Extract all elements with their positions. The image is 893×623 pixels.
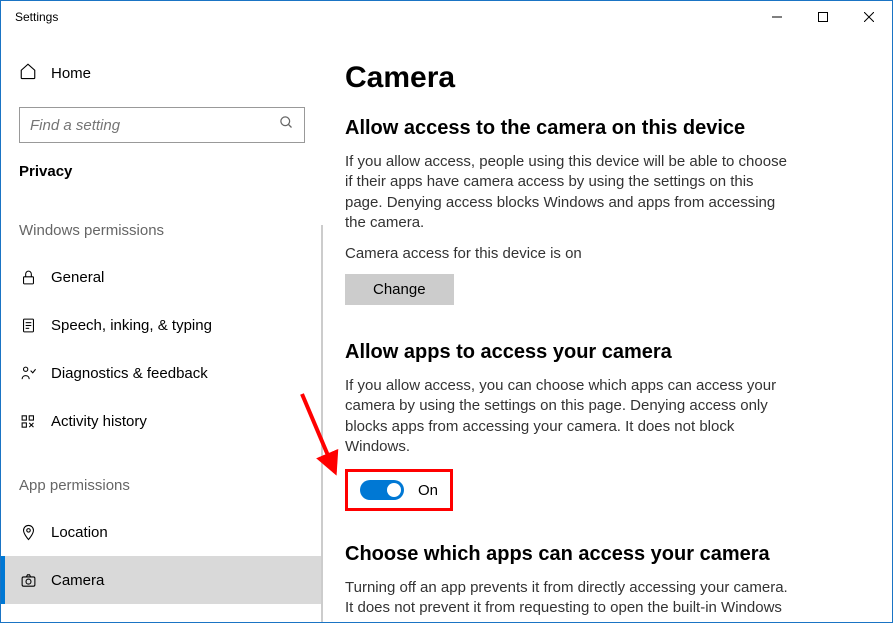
search-icon (279, 115, 294, 135)
toggle-row: On (360, 480, 438, 500)
window-title: Settings (15, 10, 58, 24)
home-icon (19, 62, 37, 85)
home-label: Home (51, 65, 91, 82)
location-icon (19, 524, 37, 541)
lock-icon (19, 269, 37, 286)
sidebar-item-label: Camera (51, 572, 104, 589)
section-text: If you allow access, people using this d… (345, 152, 795, 233)
section-text: If you allow access, you can choose whic… (345, 376, 795, 457)
activity-icon (19, 413, 37, 430)
section-text: Turning off an app prevents it from dire… (345, 578, 795, 619)
feedback-icon (19, 365, 37, 382)
sidebar-item-label: Speech, inking, & typing (51, 317, 212, 334)
sidebar-item-general[interactable]: General (1, 253, 323, 301)
change-button[interactable]: Change (345, 274, 454, 305)
sidebar-item-location[interactable]: Location (1, 508, 323, 556)
window-controls (754, 1, 892, 33)
page-title: Camera (345, 61, 848, 95)
search-input[interactable] (30, 117, 279, 134)
section-title: Allow apps to access your camera (345, 341, 848, 364)
sidebar-item-speech[interactable]: Speech, inking, & typing (1, 301, 323, 349)
sidebar-item-diagnostics[interactable]: Diagnostics & feedback (1, 349, 323, 397)
sidebar-scrollbar[interactable] (321, 225, 323, 622)
sidebar: Home Privacy Windows permissions General (1, 33, 323, 622)
minimize-button[interactable] (754, 1, 800, 33)
main-content: Camera Allow access to the camera on thi… (323, 33, 892, 622)
close-button[interactable] (846, 1, 892, 33)
apps-camera-toggle[interactable] (360, 480, 404, 500)
maximize-button[interactable] (800, 1, 846, 33)
group-windows-permissions: Windows permissions (1, 190, 323, 253)
toggle-knob (387, 483, 401, 497)
section-title: Choose which apps can access your camera (345, 543, 848, 566)
group-app-permissions: App permissions (1, 445, 323, 508)
sidebar-item-label: Activity history (51, 413, 147, 430)
sidebar-item-activity[interactable]: Activity history (1, 397, 323, 445)
maximize-icon (818, 12, 828, 22)
titlebar: Settings (1, 1, 892, 33)
section-title: Allow access to the camera on this devic… (345, 117, 848, 140)
home-nav[interactable]: Home (1, 53, 323, 93)
search-box[interactable] (19, 107, 305, 143)
toggle-label: On (418, 482, 438, 499)
camera-access-status: Camera access for this device is on (345, 245, 848, 262)
close-icon (864, 12, 874, 22)
sidebar-item-label: General (51, 269, 104, 286)
minimize-icon (772, 12, 782, 22)
sidebar-item-camera[interactable]: Camera (1, 556, 323, 604)
sidebar-item-label: Location (51, 524, 108, 541)
annotation-highlight: On (345, 469, 453, 511)
sidebar-item-label: Diagnostics & feedback (51, 365, 208, 382)
camera-icon (19, 572, 37, 589)
category-title: Privacy (1, 143, 323, 190)
clipboard-icon (19, 317, 37, 334)
